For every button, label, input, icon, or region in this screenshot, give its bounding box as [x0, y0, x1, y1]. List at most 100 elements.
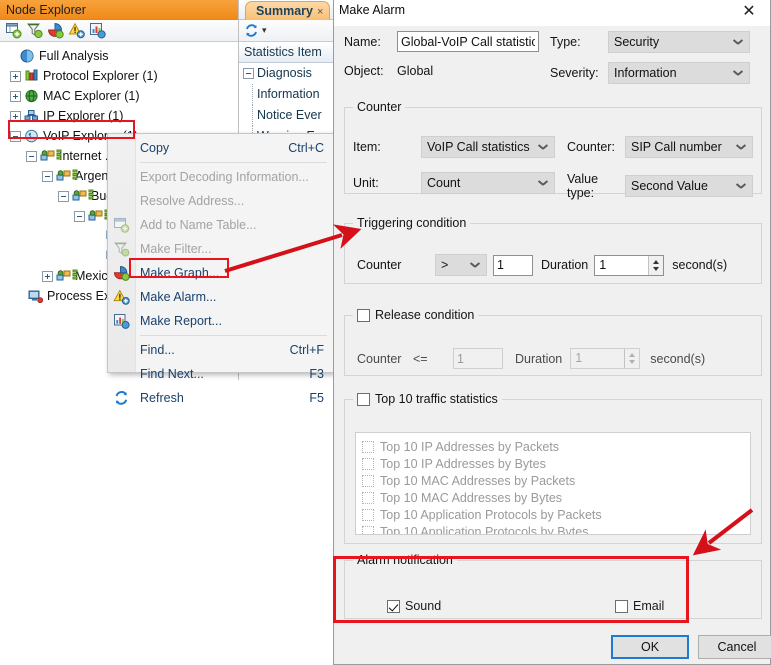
expander-minus[interactable]	[26, 150, 37, 162]
sound-checkbox[interactable]	[387, 599, 400, 613]
menu-item-find[interactable]: Find... Ctrl+F	[108, 338, 333, 362]
expander-minus[interactable]	[74, 210, 85, 222]
counter-group: Counter Item: VoIP Call statistics Count…	[344, 100, 762, 200]
tree-item-full-analysis[interactable]: Full Analysis	[0, 46, 238, 66]
alarm-name-input[interactable]	[397, 31, 539, 52]
expander-minus[interactable]	[42, 170, 53, 182]
network-group-icon	[88, 209, 110, 223]
sound-notification-row[interactable]: Sound	[387, 599, 441, 613]
triggering-operator-select[interactable]: >	[435, 254, 487, 276]
release-duration-spinner[interactable]: 1	[570, 348, 641, 369]
release-condition-group: Release condition Counter <= Duration 1 …	[344, 308, 762, 376]
summary-row[interactable]: Diagnosis	[239, 63, 345, 84]
make-alarm-icon	[113, 289, 130, 305]
spinner-up-icon[interactable]	[653, 259, 660, 264]
tree-item-label: IP Explorer (1)	[43, 109, 124, 123]
menu-item-make-filter[interactable]: Make Filter...	[108, 237, 333, 261]
top10-item-checkbox[interactable]	[362, 457, 374, 470]
severity-select[interactable]: Information	[608, 62, 750, 84]
top10-item[interactable]: Top 10 MAC Addresses by Bytes	[362, 489, 750, 506]
top10-checkbox[interactable]	[357, 392, 370, 406]
top10-item-checkbox[interactable]	[362, 508, 374, 521]
menu-item-make-graph[interactable]: Make Graph...	[108, 261, 333, 285]
close-icon[interactable]: ×	[317, 6, 323, 18]
top10-list[interactable]: Top 10 IP Addresses by Packets Top 10 IP…	[355, 432, 751, 535]
counter-select-value: SIP Call number	[631, 140, 722, 154]
severity-select-value: Information	[614, 66, 677, 80]
expander-plus[interactable]	[10, 70, 21, 82]
top10-item[interactable]: Top 10 Application Protocols by Packets	[362, 506, 750, 523]
make-alarm-icon[interactable]	[68, 22, 85, 39]
triggering-duration-spinner[interactable]: 1	[594, 254, 665, 276]
make-report-icon	[113, 313, 130, 329]
unit-select[interactable]: Count	[421, 172, 555, 194]
protocol-explorer-icon	[24, 69, 39, 83]
expander-minus[interactable]	[243, 68, 254, 79]
ok-button-label: OK	[640, 640, 660, 654]
top10-item[interactable]: Top 10 IP Addresses by Packets	[362, 438, 750, 455]
menu-item-accelerator: F5	[309, 391, 324, 405]
make-report-icon[interactable]	[89, 22, 106, 39]
top10-item-label: Top 10 Application Protocols by Packets	[380, 507, 602, 522]
summary-column-header: Statistics Item	[239, 42, 345, 63]
tab-summary[interactable]: Summary ×	[245, 1, 331, 20]
make-graph-icon[interactable]	[47, 22, 64, 39]
counter-select[interactable]: SIP Call number	[625, 136, 753, 158]
context-menu[interactable]: Copy Ctrl+C Export Decoding Information.…	[107, 133, 334, 405]
top10-item[interactable]: Top 10 Application Protocols by Bytes	[362, 523, 750, 534]
menu-item-export-decoding-information[interactable]: Export Decoding Information...	[108, 165, 333, 189]
menu-item-refresh[interactable]: Refresh F5	[108, 386, 333, 410]
make-filter-icon[interactable]	[26, 22, 43, 39]
tree-line	[252, 84, 253, 105]
spinner-buttons[interactable]	[624, 349, 640, 368]
menu-separator	[140, 335, 327, 336]
expander-plus[interactable]	[10, 90, 21, 102]
summary-row[interactable]: Information	[239, 84, 345, 105]
name-field-row: Name:	[344, 31, 539, 52]
top10-item-checkbox[interactable]	[362, 525, 374, 534]
network-group-icon	[56, 169, 78, 183]
summary-row-label: Notice Ever	[257, 108, 322, 122]
spinner-down-icon[interactable]	[653, 266, 660, 271]
spinner-down-icon[interactable]	[629, 360, 636, 364]
menu-item-copy[interactable]: Copy Ctrl+C	[108, 136, 333, 160]
refresh-dropdown-caret[interactable]: ▾	[262, 25, 267, 36]
tree-item-protocol-explorer[interactable]: Protocol Explorer (1)	[0, 66, 238, 86]
expander-minus[interactable]	[10, 130, 21, 142]
email-notification-row[interactable]: Email	[615, 599, 664, 613]
email-checkbox[interactable]	[615, 599, 628, 613]
top10-item[interactable]: Top 10 IP Addresses by Bytes	[362, 455, 750, 472]
spinner-buttons[interactable]	[648, 255, 664, 275]
ok-button[interactable]: OK	[611, 635, 689, 659]
value-type-select[interactable]: Second Value	[625, 175, 753, 197]
voip-explorer-icon	[24, 129, 39, 143]
release-threshold-input[interactable]	[453, 348, 503, 369]
menu-item-label: Find...	[140, 343, 175, 357]
add-to-name-table-icon[interactable]	[5, 22, 22, 39]
tree-item-ip-explorer[interactable]: IP Explorer (1)	[0, 106, 238, 126]
release-condition-checkbox[interactable]	[357, 308, 370, 322]
triggering-duration-value: 1	[599, 257, 607, 272]
expander-minus[interactable]	[58, 190, 69, 202]
close-icon[interactable]: ✕	[738, 2, 760, 22]
spinner-up-icon[interactable]	[629, 353, 636, 357]
item-select[interactable]: VoIP Call statistics	[421, 136, 555, 158]
tree-item-mac-explorer[interactable]: MAC Explorer (1)	[0, 86, 238, 106]
menu-item-make-alarm[interactable]: Make Alarm...	[108, 285, 333, 309]
menu-item-resolve-address[interactable]: Resolve Address...	[108, 189, 333, 213]
menu-item-find-next[interactable]: Find Next... F3	[108, 362, 333, 386]
top10-item-checkbox[interactable]	[362, 440, 374, 453]
menu-item-add-to-name-table[interactable]: Add to Name Table...	[108, 213, 333, 237]
cancel-button[interactable]: Cancel	[698, 635, 771, 659]
menu-item-make-report[interactable]: Make Report...	[108, 309, 333, 333]
top10-item[interactable]: Top 10 MAC Addresses by Packets	[362, 472, 750, 489]
top10-item-checkbox[interactable]	[362, 474, 374, 487]
top10-item-checkbox[interactable]	[362, 491, 374, 504]
triggering-threshold-input[interactable]	[493, 254, 533, 276]
expander-plus[interactable]	[42, 270, 53, 282]
add-to-name-table-icon	[113, 217, 130, 233]
refresh-icon[interactable]	[244, 23, 259, 38]
summary-row[interactable]: Notice Ever	[239, 105, 345, 126]
expander-plus[interactable]	[10, 110, 21, 122]
type-select[interactable]: Security	[608, 31, 750, 53]
